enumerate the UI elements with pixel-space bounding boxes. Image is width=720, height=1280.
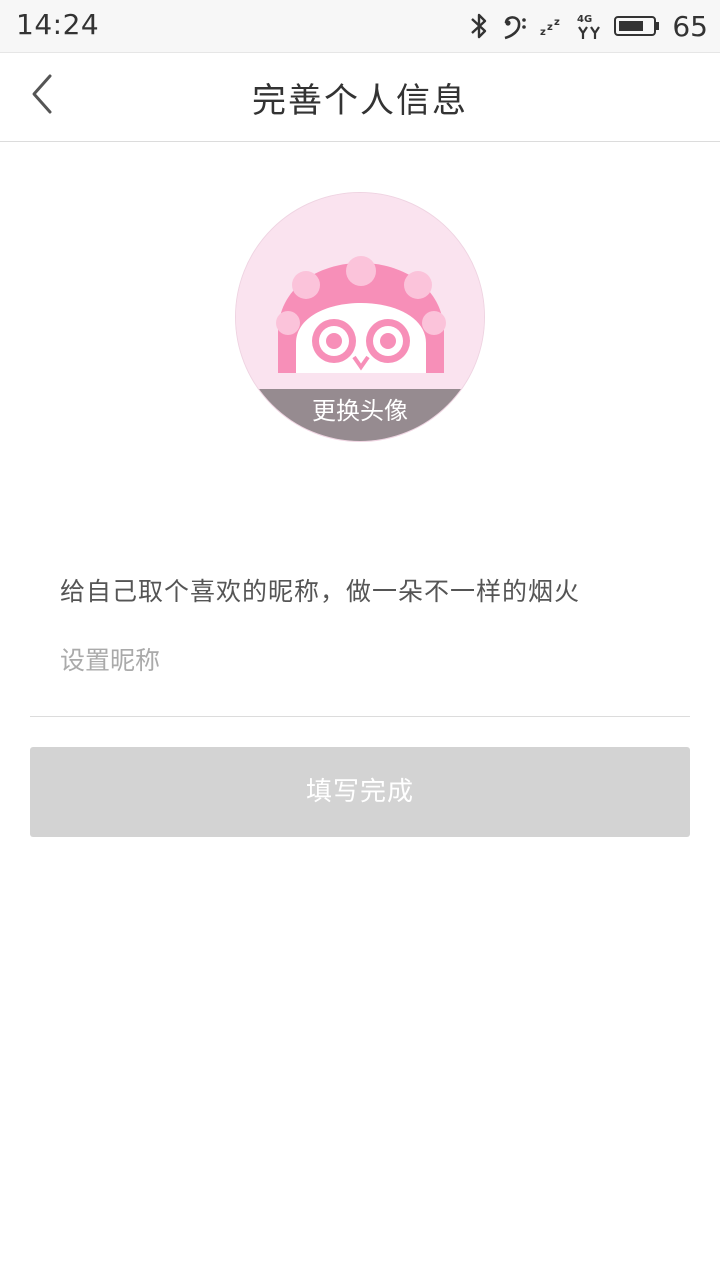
battery-icon [614, 14, 660, 38]
change-avatar-label: 更换头像 [236, 389, 484, 441]
avatar-button[interactable]: 更换头像 [235, 192, 485, 442]
nickname-input[interactable] [60, 638, 660, 682]
nickname-prompt: 给自己取个喜欢的昵称，做一朵不一样的烟火 [60, 577, 581, 606]
svg-text:z: z [540, 27, 546, 38]
bass-clef-icon [502, 11, 528, 41]
status-bar: 14:24 z z z 4G 65 [0, 0, 720, 53]
svg-text:z: z [554, 17, 560, 28]
page-title: 完善个人信息 [252, 81, 468, 121]
battery-level: 65 [672, 9, 708, 43]
nav-bar: 完善个人信息 [0, 53, 720, 142]
sleep-zzz-icon: z z z [540, 14, 564, 38]
input-divider [30, 716, 690, 717]
signal-4g-icon: 4G [576, 11, 602, 41]
network-type-label: 4G [577, 14, 592, 25]
svg-text:z: z [547, 22, 553, 33]
status-time: 14:24 [16, 8, 100, 41]
submit-button[interactable]: 填写完成 [30, 747, 690, 837]
status-icons: z z z 4G 65 [468, 8, 708, 44]
bluetooth-icon [468, 11, 490, 41]
